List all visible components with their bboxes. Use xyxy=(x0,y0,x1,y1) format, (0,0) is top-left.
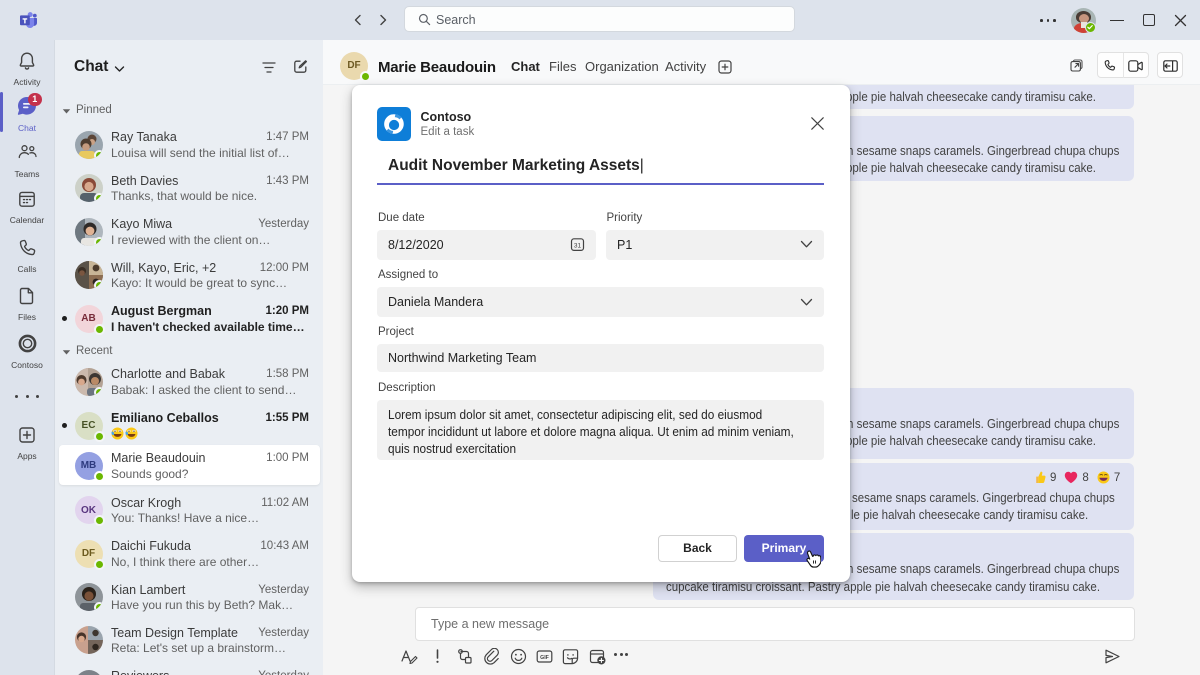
svg-text:31: 31 xyxy=(573,243,581,250)
svg-text:GIF: GIF xyxy=(540,655,549,661)
